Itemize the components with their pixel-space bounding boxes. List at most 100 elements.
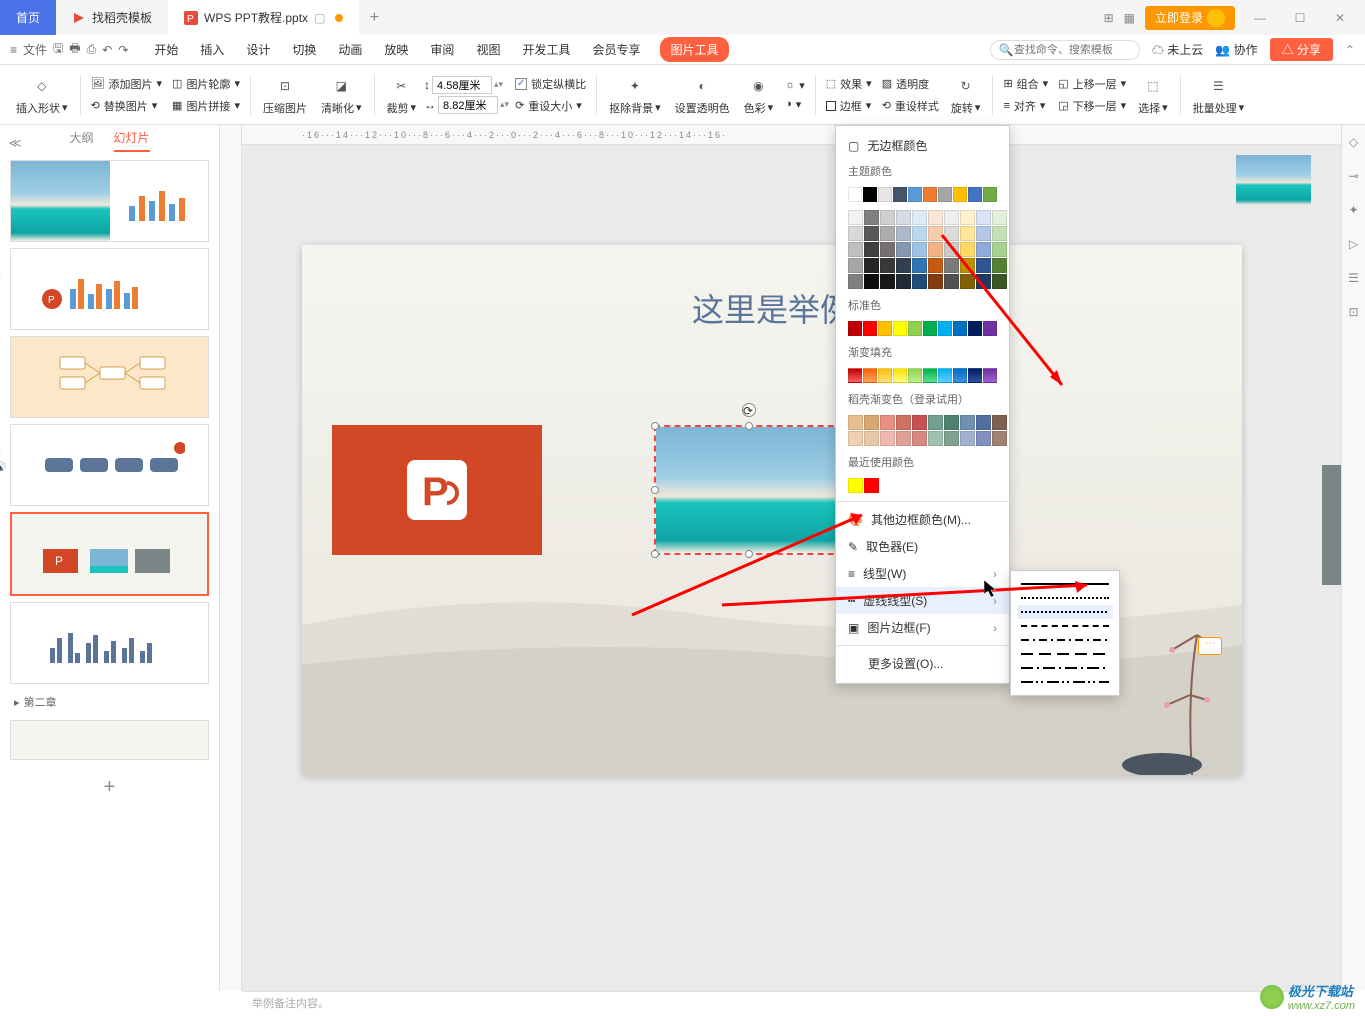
tab-add-button[interactable]: + <box>359 9 389 27</box>
tab-transition[interactable]: 切换 <box>290 37 318 62</box>
dd-more-settings[interactable]: 更多设置(O)... <box>836 650 1009 677</box>
color-swatch[interactable] <box>928 431 943 446</box>
tool-stitch[interactable]: ▦图片拼接 ▾ <box>168 96 244 116</box>
color-swatch[interactable] <box>863 187 877 202</box>
rp-anim-icon[interactable]: ▷ <box>1349 237 1358 251</box>
file-menu[interactable]: 文件 <box>23 41 47 58</box>
tab-picture-tools[interactable]: 图片工具 <box>660 37 728 62</box>
color-swatch[interactable] <box>912 415 927 430</box>
tool-remove-bg[interactable]: ✦ 抠除背景 ▾ <box>603 70 667 120</box>
tab-review[interactable]: 审阅 <box>428 37 456 62</box>
add-slide-button[interactable]: + <box>0 766 219 809</box>
color-swatch[interactable] <box>992 415 1007 430</box>
rp-prop-icon[interactable]: ☰ <box>1348 271 1359 285</box>
lock-ratio-checkbox[interactable]: 锁定纵横比 <box>511 74 590 94</box>
tab-member[interactable]: 会员专享 <box>590 37 642 62</box>
color-swatch[interactable] <box>878 187 892 202</box>
dash-long[interactable] <box>1017 647 1113 661</box>
share-button[interactable]: △ 分享 <box>1270 38 1333 61</box>
slide-thumb-7[interactable]: 7 <box>10 602 209 684</box>
tool-add-image[interactable]: 🖼添加图片 ▾ <box>87 74 167 94</box>
layout1-icon[interactable]: ⊞ <box>1104 11 1114 25</box>
tool-select[interactable]: ⬚ 选择 ▾ <box>1132 70 1174 120</box>
tab-insert[interactable]: 插入 <box>198 37 226 62</box>
color-swatch[interactable] <box>864 415 879 430</box>
color-swatch[interactable] <box>923 187 937 202</box>
color-swatch[interactable] <box>992 431 1007 446</box>
color-swatch[interactable] <box>848 415 863 430</box>
tool-border[interactable]: 边框 ▾ <box>822 96 876 116</box>
close-button[interactable]: ✕ <box>1325 3 1355 33</box>
tool-effects[interactable]: ⬚效果 ▾ <box>822 74 876 94</box>
tool-rotate[interactable]: ↻ 旋转 ▾ <box>945 70 987 120</box>
tool-insert-shape[interactable]: ◇ 插入形状 ▾ <box>10 70 74 120</box>
search-box[interactable]: 🔍 <box>990 40 1140 60</box>
tool-align[interactable]: ≡对齐 ▾ <box>999 96 1052 116</box>
tab-document[interactable]: P WPS PPT教程.pptx ▢ <box>168 0 359 35</box>
color-swatch[interactable] <box>893 187 907 202</box>
slide-thumb-4[interactable]: 4 <box>10 336 209 418</box>
tab-docer-template[interactable]: 找稻壳模板 <box>56 0 168 35</box>
color-swatch[interactable] <box>953 187 967 202</box>
dash-long-dot[interactable] <box>1017 661 1113 675</box>
color-swatch[interactable] <box>880 431 895 446</box>
preview-icon[interactable]: ⎙ <box>87 42 97 57</box>
color-swatch[interactable] <box>908 187 922 202</box>
width-input[interactable] <box>438 96 498 114</box>
color-swatch[interactable] <box>938 187 952 202</box>
tool-compress[interactable]: ⊡ 压缩图片 <box>257 70 313 120</box>
undo-icon[interactable]: ↶ <box>102 43 112 57</box>
slide-thumb-5[interactable]: 5 ✦ 🔊 <box>10 424 209 506</box>
login-button[interactable]: 立即登录 <box>1145 6 1235 30</box>
rotate-handle[interactable]: ⟳ <box>742 403 756 417</box>
slide-thumb-8[interactable]: 8 <box>10 720 209 760</box>
outline-tab[interactable]: 大纲 <box>69 129 93 152</box>
tool-group[interactable]: ⊞组合 ▾ <box>999 74 1052 94</box>
tool-crop[interactable]: ✂ 裁剪 ▾ <box>381 70 423 120</box>
tool-batch[interactable]: ☰ 批量处理 ▾ <box>1187 70 1251 120</box>
color-swatch[interactable] <box>848 187 862 202</box>
tab-developer[interactable]: 开发工具 <box>520 37 572 62</box>
rp-connector-icon[interactable]: ⊸ <box>1348 169 1358 183</box>
color-swatch[interactable] <box>944 431 959 446</box>
tool-color[interactable]: ◉ 色彩 ▾ <box>738 70 780 120</box>
tool-brightness[interactable]: ☼▾ <box>781 77 809 94</box>
dash-long-dot-dot[interactable] <box>1017 675 1113 689</box>
tool-set-transparent[interactable]: ◐ 设置透明色 <box>669 70 736 120</box>
maximize-button[interactable]: ☐ <box>1285 3 1315 33</box>
handle-w[interactable] <box>651 486 659 494</box>
slide-thumb-3[interactable]: 3 ✦ P <box>10 248 209 330</box>
search-input[interactable] <box>1014 44 1131 56</box>
color-swatch[interactable] <box>960 415 975 430</box>
color-swatch[interactable] <box>864 478 879 493</box>
color-swatch[interactable] <box>912 431 927 446</box>
tab-animation[interactable]: 动画 <box>336 37 364 62</box>
dash-short[interactable] <box>1017 619 1113 633</box>
color-swatch[interactable] <box>960 431 975 446</box>
color-swatch[interactable] <box>848 431 863 446</box>
collab-button[interactable]: 👥 协作 <box>1215 41 1257 58</box>
tab-slideshow[interactable]: 放映 <box>382 37 410 62</box>
color-swatch[interactable] <box>983 187 997 202</box>
color-swatch[interactable] <box>976 431 991 446</box>
dash-dash-dot[interactable] <box>1017 633 1113 647</box>
section-header[interactable]: ▸ 第二章 <box>0 690 219 714</box>
cloud-status[interactable]: ☁ 未上云 <box>1152 41 1203 58</box>
tab-design[interactable]: 设计 <box>244 37 272 62</box>
slide-logo-box[interactable] <box>1322 465 1341 585</box>
slides-tab[interactable]: 幻灯片 <box>114 129 150 152</box>
menu-icon[interactable]: ≡ <box>10 43 17 57</box>
rp-shape-icon[interactable]: ◇ <box>1349 135 1358 149</box>
tool-replace-image[interactable]: ⟲替换图片 ▾ <box>87 96 167 116</box>
rp-more-icon[interactable]: ⊡ <box>1348 305 1358 319</box>
redo-icon[interactable]: ↷ <box>118 43 128 57</box>
tab-home[interactable]: 首页 <box>0 0 56 35</box>
slide-thumb-2[interactable] <box>10 160 209 242</box>
handle-nw[interactable] <box>651 422 659 430</box>
dd-no-border[interactable]: ▢无边框颜色 <box>836 132 1009 159</box>
save-icon[interactable]: 🖫 <box>53 39 63 60</box>
tool-reset-style[interactable]: ⟲重设样式 <box>878 96 943 116</box>
handle-n[interactable] <box>745 422 753 430</box>
tab-start[interactable]: 开始 <box>152 37 180 62</box>
color-swatch[interactable] <box>928 415 943 430</box>
